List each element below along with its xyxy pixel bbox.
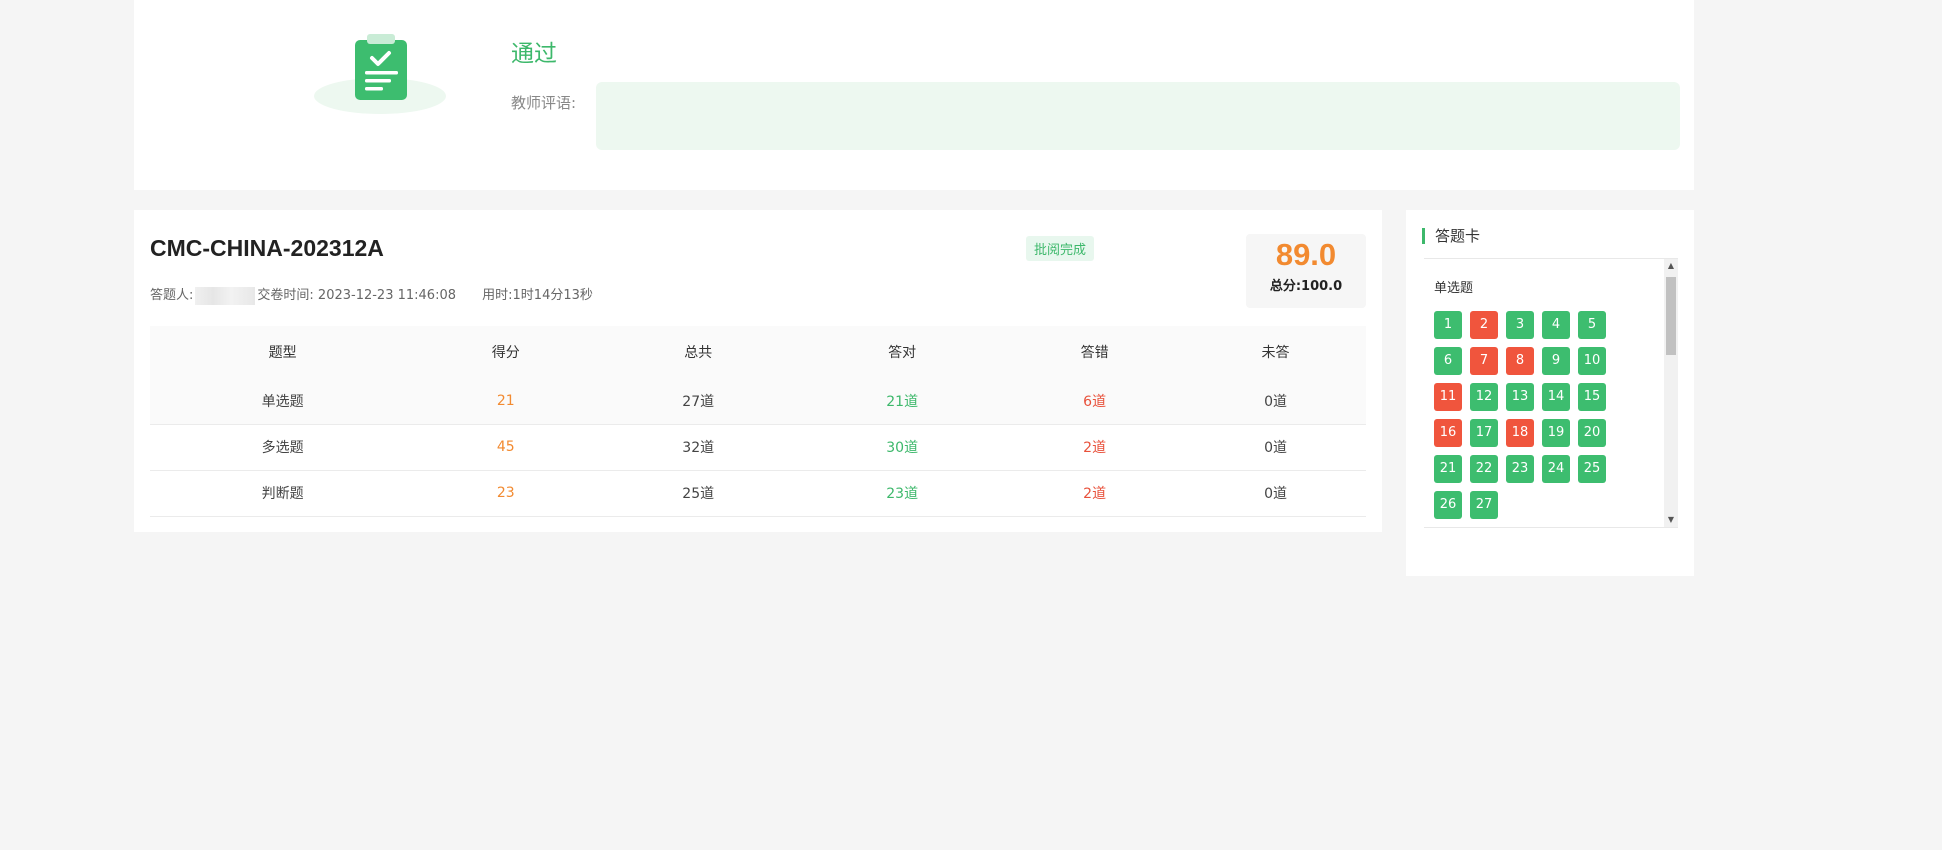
header-total: 总共	[596, 326, 801, 378]
question-button-21[interactable]: 21	[1434, 455, 1462, 483]
question-button-7[interactable]: 7	[1470, 347, 1498, 375]
question-button-18[interactable]: 18	[1506, 419, 1534, 447]
section-label-single-choice: 单选题	[1434, 281, 1474, 296]
cell-correct: 23道	[800, 470, 1005, 517]
question-button-14[interactable]: 14	[1542, 383, 1570, 411]
cell-wrong: 6道	[1004, 378, 1186, 425]
triangle-up-icon[interactable]: ▲	[1664, 259, 1678, 273]
duration-label: 用时:	[482, 288, 513, 303]
question-button-5[interactable]: 5	[1578, 311, 1606, 339]
teacher-comment-box	[596, 82, 1680, 150]
cell-type: 多选题	[150, 424, 416, 471]
result-card: 通过 教师评语:	[134, 0, 1694, 190]
question-button-9[interactable]: 9	[1542, 347, 1570, 375]
cell-wrong: 2道	[1004, 470, 1186, 517]
question-button-27[interactable]: 27	[1470, 491, 1498, 519]
review-status-badge: 批阅完成	[1026, 236, 1095, 261]
question-button-2[interactable]: 2	[1470, 311, 1498, 339]
exam-title: CMC-CHINA-202312A	[150, 235, 384, 261]
question-button-11[interactable]: 11	[1434, 383, 1462, 411]
question-button-6[interactable]: 6	[1434, 347, 1462, 375]
cell-total: 25道	[596, 470, 801, 517]
question-button-23[interactable]: 23	[1506, 455, 1534, 483]
pass-status-title: 通过	[511, 41, 557, 67]
cell-total: 32道	[596, 424, 801, 471]
question-button-4[interactable]: 4	[1542, 311, 1570, 339]
answerer-label: 答题人:	[150, 288, 194, 303]
question-button-15[interactable]: 15	[1578, 383, 1606, 411]
cell-type: 单选题	[150, 378, 416, 425]
header-wrong: 答错	[1004, 326, 1186, 378]
submit-time-label: 交卷时间:	[257, 288, 314, 303]
score-breakdown-table: 题型 得分 总共 答对 答错 未答 单选题 21 27道 21道 6道 0道 多…	[150, 326, 1366, 517]
cell-type: 判断题	[150, 470, 416, 517]
question-button-1[interactable]: 1	[1434, 311, 1462, 339]
scrollbar-thumb[interactable]	[1666, 277, 1676, 355]
score-box: 89.0 总分:100.0	[1246, 234, 1366, 308]
cell-unanswered: 0道	[1185, 470, 1366, 517]
question-button-24[interactable]: 24	[1542, 455, 1570, 483]
question-button-20[interactable]: 20	[1578, 419, 1606, 447]
clipboard-check-icon	[312, 34, 448, 116]
triangle-down-icon[interactable]: ▼	[1664, 513, 1678, 527]
answer-card-title: 答题卡	[1422, 228, 1480, 244]
duration-value: 1时14分13秒	[512, 288, 593, 303]
header-type: 题型	[150, 326, 416, 378]
vertical-scrollbar[interactable]: ▲ ▼	[1664, 259, 1678, 527]
table-row: 判断题 23 25道 23道 2道 0道	[150, 470, 1366, 517]
table-row: 多选题 45 32道 30道 2道 0道	[150, 424, 1366, 471]
question-button-17[interactable]: 17	[1470, 419, 1498, 447]
cell-wrong: 2道	[1004, 424, 1186, 471]
cell-unanswered: 0道	[1185, 378, 1366, 425]
question-button-3[interactable]: 3	[1506, 311, 1534, 339]
header-unanswered: 未答	[1185, 326, 1366, 378]
teacher-comment-label: 教师评语:	[511, 94, 577, 112]
exam-summary-card: CMC-CHINA-202312A 批阅完成 答题人: 交卷时间: 2023-12…	[134, 210, 1382, 532]
question-button-12[interactable]: 12	[1470, 383, 1498, 411]
score-value: 89.0	[1275, 237, 1337, 272]
question-button-13[interactable]: 13	[1506, 383, 1534, 411]
table-header-row: 题型 得分 总共 答对 答错 未答	[150, 326, 1366, 378]
question-button-8[interactable]: 8	[1506, 347, 1534, 375]
question-button-10[interactable]: 10	[1578, 347, 1606, 375]
table-row: 单选题 21 27道 21道 6道 0道	[150, 378, 1366, 425]
question-button-25[interactable]: 25	[1578, 455, 1606, 483]
cell-score: 23	[415, 470, 597, 517]
question-button-16[interactable]: 16	[1434, 419, 1462, 447]
total-score-label: 总分:100.0	[1269, 279, 1343, 294]
answer-card-scroll-area[interactable]: 单选题 1 2 3 4 5 6 7 8 9 10 11 12 13 14 15 16 17 18 19 20 21 22 2…	[1424, 258, 1678, 528]
question-button-19[interactable]: 19	[1542, 419, 1570, 447]
answerer-name-redacted	[195, 286, 256, 305]
cell-score: 45	[415, 424, 597, 471]
cell-correct: 30道	[800, 424, 1005, 471]
question-button-26[interactable]: 26	[1434, 491, 1462, 519]
cell-correct: 21道	[800, 378, 1005, 425]
answer-card-panel: 答题卡 单选题 1 2 3 4 5 6 7 8 9 10 11 12 13 14 15 16 17 18 19 20 2…	[1406, 210, 1694, 576]
exam-meta-row: 答题人: 交卷时间: 2023-12-23 11:46:08 用时:1时14分13…	[150, 284, 593, 305]
cell-score: 21	[415, 378, 597, 425]
cell-total: 27道	[596, 378, 801, 425]
header-correct: 答对	[800, 326, 1005, 378]
cell-unanswered: 0道	[1185, 424, 1366, 471]
question-grid: 1 2 3 4 5 6 7 8 9 10 11 12 13 14 15 16 17 18 19 20 21 22 23 24 2…	[1434, 311, 1624, 519]
submit-time-value: 2023-12-23 11:46:08	[317, 288, 456, 303]
question-button-22[interactable]: 22	[1470, 455, 1498, 483]
header-score: 得分	[415, 326, 597, 378]
